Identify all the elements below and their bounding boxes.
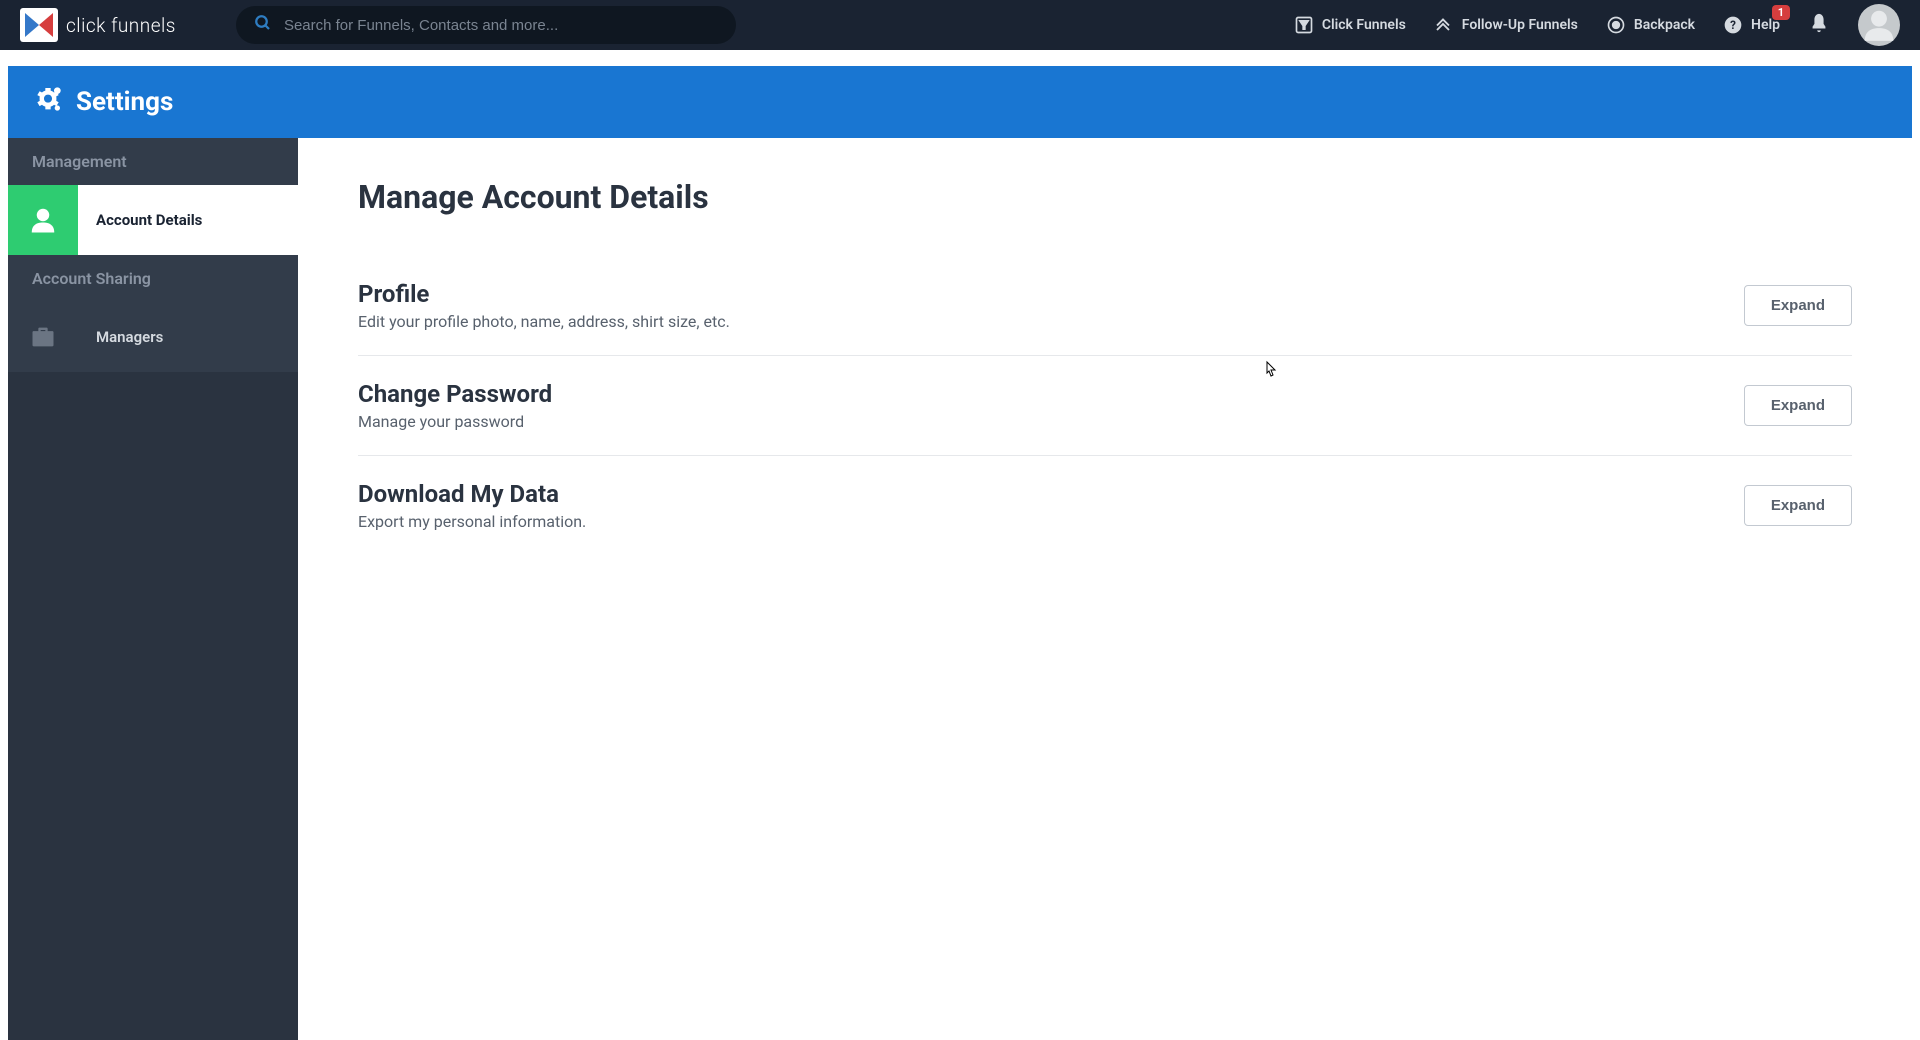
help-badge: 1	[1772, 5, 1790, 20]
notifications-icon[interactable]	[1808, 12, 1830, 38]
avatar[interactable]	[1858, 4, 1900, 46]
sidebar-item-account-details[interactable]: Account Details	[8, 185, 298, 255]
svg-text:?: ?	[1730, 18, 1736, 32]
sidebar-item-label: Account Details	[78, 211, 202, 229]
section-title: Profile	[358, 280, 1744, 308]
nav-backpack[interactable]: Backpack	[1606, 15, 1695, 35]
expand-profile-button[interactable]: Expand	[1744, 285, 1852, 326]
nav-follow-up[interactable]: Follow-Up Funnels	[1434, 15, 1578, 35]
user-icon	[8, 185, 78, 255]
logo-icon	[20, 8, 58, 42]
section-download-data: Download My Data Export my personal info…	[358, 456, 1852, 555]
settings-header: Settings	[8, 66, 1912, 138]
settings-title: Settings	[76, 87, 173, 117]
sidebar-section-account-sharing: Account Sharing	[8, 255, 298, 302]
help-icon: ?	[1723, 15, 1743, 35]
sidebar-item-label: Managers	[78, 328, 163, 346]
section-desc: Manage your password	[358, 412, 1744, 431]
search-input[interactable]	[284, 17, 718, 34]
sidebar-item-managers[interactable]: Managers	[8, 302, 298, 372]
section-change-password: Change Password Manage your password Exp…	[358, 356, 1852, 456]
nav-help[interactable]: ? Help 1	[1723, 15, 1780, 35]
expand-download-button[interactable]: Expand	[1744, 485, 1852, 526]
logo[interactable]: click funnels	[20, 8, 176, 42]
content: Manage Account Details Profile Edit your…	[298, 138, 1912, 1040]
search-box[interactable]	[236, 6, 736, 44]
search-icon	[254, 14, 272, 36]
sidebar: Management Account Details Account Shari…	[8, 138, 298, 1040]
gears-icon	[32, 84, 64, 120]
expand-password-button[interactable]: Expand	[1744, 385, 1852, 426]
section-title: Download My Data	[358, 480, 1744, 508]
nav-click-funnels[interactable]: Click Funnels	[1294, 15, 1406, 35]
sidebar-section-management: Management	[8, 138, 298, 185]
page-title: Manage Account Details	[358, 178, 1852, 216]
topnav-right: Click Funnels Follow-Up Funnels Backpack	[1294, 4, 1900, 46]
nav-label: Click Funnels	[1322, 17, 1406, 33]
nav-label: Backpack	[1634, 17, 1695, 33]
followup-icon	[1434, 15, 1454, 35]
nav-label: Follow-Up Funnels	[1462, 17, 1578, 33]
top-navigation: click funnels Click Funnels	[0, 0, 1920, 50]
section-profile: Profile Edit your profile photo, name, a…	[358, 256, 1852, 356]
section-desc: Edit your profile photo, name, address, …	[358, 312, 1744, 331]
logo-text: click funnels	[66, 14, 176, 37]
section-title: Change Password	[358, 380, 1744, 408]
briefcase-icon	[8, 302, 78, 372]
funnel-icon	[1294, 15, 1314, 35]
section-desc: Export my personal information.	[358, 512, 1744, 531]
backpack-icon	[1606, 15, 1626, 35]
